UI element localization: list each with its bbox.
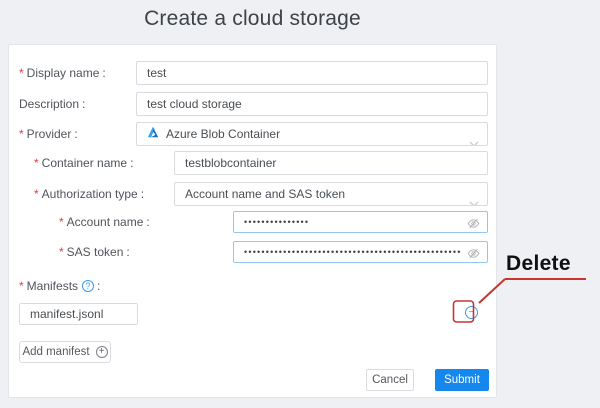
container-name-input[interactable]: testblobcontainer: [174, 151, 488, 175]
required-asterisk: *: [19, 127, 24, 141]
provider-label: *Provider:: [19, 122, 78, 146]
sas-token-label: *SAS token:: [59, 241, 130, 263]
required-asterisk: *: [59, 215, 64, 229]
container-name-value: testblobcontainer: [185, 152, 276, 174]
field-row-sas-token: *SAS token: ••••••••••••••••••••••••••••…: [9, 241, 496, 263]
required-asterisk: *: [19, 66, 24, 80]
description-input[interactable]: test cloud storage: [136, 92, 488, 116]
display-name-label: *Display name:: [19, 61, 106, 85]
required-asterisk: *: [34, 156, 39, 170]
display-name-value: test: [147, 62, 166, 84]
eye-invisible-icon[interactable]: [467, 246, 480, 263]
remove-manifest-icon[interactable]: −: [465, 306, 478, 319]
provider-value: Azure Blob Container: [166, 123, 280, 145]
create-cloud-storage-form: *Display name: test Description: test cl…: [8, 44, 497, 398]
authorization-type-label: *Authorization type:: [34, 182, 144, 206]
field-row-authorization-type: *Authorization type: Account name and SA…: [9, 182, 496, 206]
field-row-description: Description: test cloud storage: [9, 92, 496, 116]
submit-label: Submit: [444, 374, 480, 386]
cancel-button[interactable]: Cancel: [366, 369, 414, 391]
chevron-down-icon: [469, 132, 479, 146]
eye-invisible-icon[interactable]: [467, 216, 480, 233]
add-manifest-button[interactable]: Add manifest +: [19, 341, 111, 363]
field-row-container-name: *Container name: testblobcontainer: [9, 151, 496, 175]
authorization-type-value: Account name and SAS token: [185, 183, 345, 205]
required-asterisk: *: [59, 245, 64, 259]
account-name-masked-value: •••••••••••••••: [244, 212, 487, 232]
sas-token-input[interactable]: ••••••••••••••••••••••••••••••••••••••••…: [233, 241, 488, 263]
manifest-item-value: manifest.jsonl: [30, 304, 103, 324]
submit-button[interactable]: Submit: [435, 369, 489, 391]
description-label: Description:: [19, 92, 85, 116]
manifest-item-input[interactable]: manifest.jsonl: [19, 303, 138, 325]
description-value: test cloud storage: [147, 93, 242, 115]
field-row-provider: *Provider: Azure Blob Container: [9, 122, 496, 146]
field-row-account-name: *Account name: •••••••••••••••: [9, 211, 496, 233]
provider-select[interactable]: Azure Blob Container: [136, 122, 488, 146]
page-title: Create a cloud storage: [8, 7, 497, 31]
plus-circle-icon: +: [96, 346, 108, 358]
help-icon[interactable]: ?: [82, 280, 94, 292]
authorization-type-select[interactable]: Account name and SAS token: [174, 182, 488, 206]
required-asterisk: *: [34, 187, 39, 201]
account-name-input[interactable]: •••••••••••••••: [233, 211, 488, 233]
delete-annotation-label: Delete: [506, 252, 596, 276]
account-name-label: *Account name:: [59, 211, 150, 233]
required-asterisk: *: [19, 278, 24, 294]
add-manifest-label: Add manifest: [22, 346, 89, 358]
field-row-display-name: *Display name: test: [9, 61, 496, 85]
sas-token-masked-value: ••••••••••••••••••••••••••••••••••••••••…: [244, 242, 465, 262]
container-name-label: *Container name:: [34, 151, 133, 175]
manifests-label: *Manifests?:: [19, 278, 100, 294]
display-name-input[interactable]: test: [136, 61, 488, 85]
azure-logo-icon: [147, 123, 159, 145]
manifests-label-row: *Manifests?:: [19, 277, 100, 293]
chevron-down-icon: [469, 192, 479, 206]
cancel-label: Cancel: [372, 374, 408, 386]
